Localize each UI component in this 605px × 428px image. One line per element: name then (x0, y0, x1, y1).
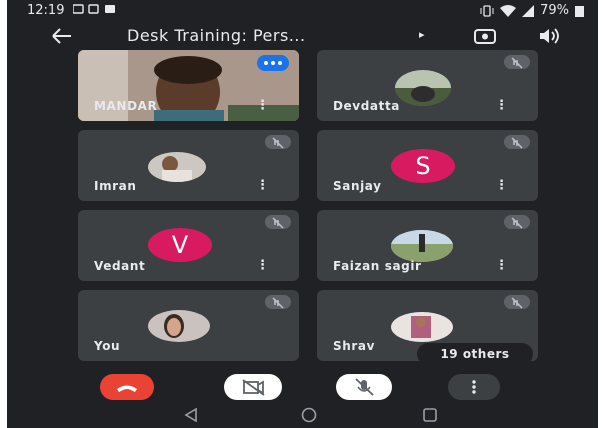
meeting-title[interactable]: Desk Training: Pers... (127, 26, 306, 45)
participant-name: Devdatta (333, 99, 400, 113)
participant-name: Imran (94, 179, 137, 193)
more-options-icon[interactable]: ⋮ (256, 98, 269, 113)
more-options-icon[interactable]: ⋮ (495, 98, 508, 113)
mic-off-icon (265, 135, 291, 149)
phone-hangup-icon (117, 385, 137, 392)
more-options-button[interactable] (448, 374, 500, 400)
avatar: S (391, 149, 455, 183)
end-call-button[interactable] (100, 374, 154, 400)
more-options-icon[interactable]: ⋮ (256, 258, 269, 273)
camera-toggle-button[interactable] (224, 374, 282, 400)
avatar: V (148, 228, 212, 262)
mic-toggle-button[interactable] (336, 374, 392, 400)
mic-off-icon (265, 295, 291, 309)
participant-tile-vedant[interactable]: V Vedant ⋮ (78, 210, 299, 281)
vibrate-icon (480, 4, 494, 17)
battery-icon (575, 5, 584, 17)
mic-off-icon (265, 215, 291, 229)
mic-off-icon (355, 378, 374, 396)
participant-tile-imran[interactable]: Imran ⋮ (78, 130, 299, 201)
meeting-title-bar: Desk Training: Pers... ▸ (7, 22, 598, 50)
more-options-icon[interactable]: ⋮ (256, 178, 269, 193)
speaker-icon[interactable] (538, 26, 562, 50)
nav-recents-icon[interactable] (423, 408, 437, 422)
nav-home-icon[interactable] (301, 407, 317, 423)
participant-tile-sanjay[interactable]: S Sanjay ⋮ (317, 130, 538, 201)
mic-off-icon (504, 295, 530, 309)
avatar (148, 152, 206, 182)
notification-icon (72, 4, 115, 14)
participant-name: You (94, 339, 121, 353)
avatar-initial: V (171, 231, 189, 259)
signal-icon (522, 4, 535, 17)
avatar (395, 70, 451, 106)
mic-off-icon (504, 135, 530, 149)
system-icons: 79% (480, 3, 584, 18)
battery-percent: 79% (540, 3, 569, 18)
status-bar: 12:19 79% (7, 0, 598, 22)
camera-off-icon (242, 379, 265, 396)
wifi-icon (500, 4, 517, 17)
back-arrow-icon[interactable] (51, 22, 73, 50)
mic-off-icon (504, 55, 530, 69)
meet-screen: 12:19 79% Desk Training: Pers... ▸ MANDA… (7, 0, 598, 428)
notification-icons (72, 3, 117, 18)
participant-name: Sanjay (333, 179, 382, 193)
avatar (391, 230, 453, 262)
more-options-icon[interactable]: ⋮ (495, 258, 508, 273)
more-options-icon[interactable]: ⋮ (495, 178, 508, 193)
switch-camera-icon[interactable] (473, 26, 497, 50)
avatar-initial: S (415, 152, 431, 180)
system-navigation-bar (7, 402, 598, 428)
mic-off-icon (504, 215, 530, 229)
participant-tile-faizan-sagir[interactable]: Faizan sagir ⋮ (317, 210, 538, 281)
participant-tile-mandar[interactable]: MANDAR ⋮ (78, 50, 299, 121)
participant-name: Vedant (94, 259, 146, 273)
others-count-chip[interactable]: 19 others (417, 343, 533, 365)
participant-name: Shrav (333, 339, 376, 353)
speaking-indicator-icon (257, 55, 289, 71)
participant-tile-devdatta[interactable]: Devdatta ⋮ (317, 50, 538, 121)
participant-tile-you[interactable]: You (78, 290, 299, 361)
participant-name: MANDAR (94, 99, 158, 113)
participant-name: Faizan sagir (333, 259, 422, 273)
meeting-details-caret-icon[interactable]: ▸ (419, 28, 425, 41)
more-vert-icon (472, 380, 476, 394)
avatar (148, 310, 210, 342)
status-time: 12:19 (27, 3, 65, 18)
avatar (391, 312, 453, 342)
nav-back-icon[interactable] (184, 408, 198, 422)
